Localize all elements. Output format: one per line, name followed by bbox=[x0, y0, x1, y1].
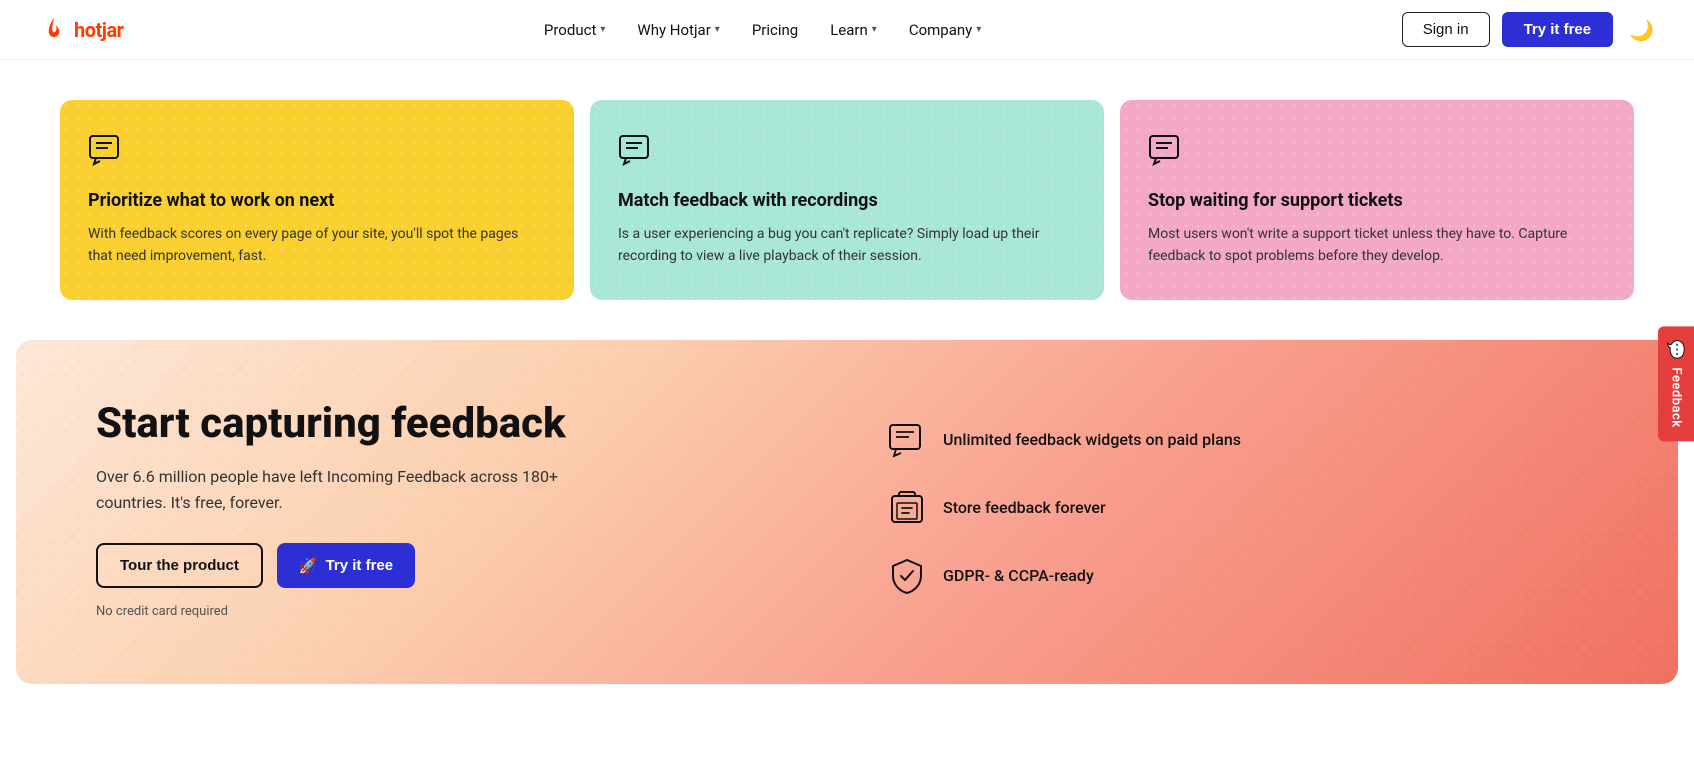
nav-company[interactable]: Company ▾ bbox=[909, 21, 981, 39]
cta-title: Start capturing feedback bbox=[96, 400, 807, 448]
nav-pricing[interactable]: Pricing bbox=[752, 21, 798, 39]
card-support: Stop waiting for support tickets Most us… bbox=[1120, 100, 1634, 300]
tour-product-button[interactable]: Tour the product bbox=[96, 543, 263, 588]
card-recordings-title: Match feedback with recordings bbox=[618, 190, 1076, 211]
chevron-down-icon: ▾ bbox=[600, 24, 605, 35]
rocket-icon: 🚀 bbox=[299, 557, 318, 575]
chevron-down-icon: ▾ bbox=[715, 24, 720, 35]
dark-mode-toggle[interactable]: 🌙 bbox=[1629, 18, 1654, 42]
nav-actions: Sign in Try it free 🌙 bbox=[1402, 12, 1654, 47]
card-prioritize-desc: With feedback scores on every page of yo… bbox=[88, 223, 546, 268]
feature-unlimited-text: Unlimited feedback widgets on paid plans bbox=[943, 430, 1241, 449]
no-credit-text: No credit card required bbox=[96, 604, 807, 619]
try-free-button[interactable]: Try it free bbox=[1502, 12, 1614, 47]
cta-buttons: Tour the product 🚀 Try it free bbox=[96, 543, 807, 588]
feature-store: Store feedback forever bbox=[887, 488, 1598, 528]
nav-learn[interactable]: Learn ▾ bbox=[830, 21, 877, 39]
cta-right: Unlimited feedback widgets on paid plans… bbox=[887, 400, 1598, 624]
card-recordings-desc: Is a user experiencing a bug you can't r… bbox=[618, 223, 1076, 268]
nav-why-hotjar[interactable]: Why Hotjar ▾ bbox=[637, 21, 719, 39]
try-free-cta-button[interactable]: 🚀 Try it free bbox=[277, 543, 415, 588]
chevron-down-icon: ▾ bbox=[872, 24, 877, 35]
support-icon bbox=[1148, 132, 1606, 172]
cta-left: Start capturing feedback Over 6.6 millio… bbox=[96, 400, 807, 619]
navigation: hotjar Product ▾ Why Hotjar ▾ Pricing Le… bbox=[0, 0, 1694, 60]
nav-links: Product ▾ Why Hotjar ▾ Pricing Learn ▾ C… bbox=[544, 21, 981, 39]
cta-section: Start capturing feedback Over 6.6 millio… bbox=[16, 340, 1678, 684]
store-icon bbox=[887, 488, 927, 528]
feature-store-text: Store feedback forever bbox=[943, 498, 1106, 517]
nav-product[interactable]: Product ▾ bbox=[544, 21, 605, 39]
recording-icon bbox=[618, 132, 1076, 172]
signin-button[interactable]: Sign in bbox=[1402, 12, 1490, 47]
feature-cards: Prioritize what to work on next With fee… bbox=[0, 60, 1694, 340]
feature-gdpr: GDPR- & CCPA-ready bbox=[887, 556, 1598, 596]
card-support-title: Stop waiting for support tickets bbox=[1148, 190, 1606, 211]
logo-flame-icon bbox=[40, 16, 68, 44]
chevron-down-icon: ▾ bbox=[976, 24, 981, 35]
card-prioritize-title: Prioritize what to work on next bbox=[88, 190, 546, 211]
card-support-desc: Most users won't write a support ticket … bbox=[1148, 223, 1606, 268]
widget-icon bbox=[887, 420, 927, 460]
shield-check-icon bbox=[887, 556, 927, 596]
feedback-side-tab[interactable]: 💬 Feedback bbox=[1658, 326, 1694, 441]
card-prioritize: Prioritize what to work on next With fee… bbox=[60, 100, 574, 300]
feature-unlimited: Unlimited feedback widgets on paid plans bbox=[887, 420, 1598, 460]
logo[interactable]: hotjar bbox=[40, 16, 124, 44]
main-content: Prioritize what to work on next With fee… bbox=[0, 60, 1694, 684]
card-recordings: Match feedback with recordings Is a user… bbox=[590, 100, 1104, 300]
feature-gdpr-text: GDPR- & CCPA-ready bbox=[943, 566, 1094, 585]
logo-wordmark: hotjar bbox=[74, 18, 124, 42]
feedback-icon bbox=[88, 132, 546, 172]
feedback-tab-icon: 💬 bbox=[1666, 340, 1685, 360]
cta-desc: Over 6.6 million people have left Incomi… bbox=[96, 464, 576, 515]
